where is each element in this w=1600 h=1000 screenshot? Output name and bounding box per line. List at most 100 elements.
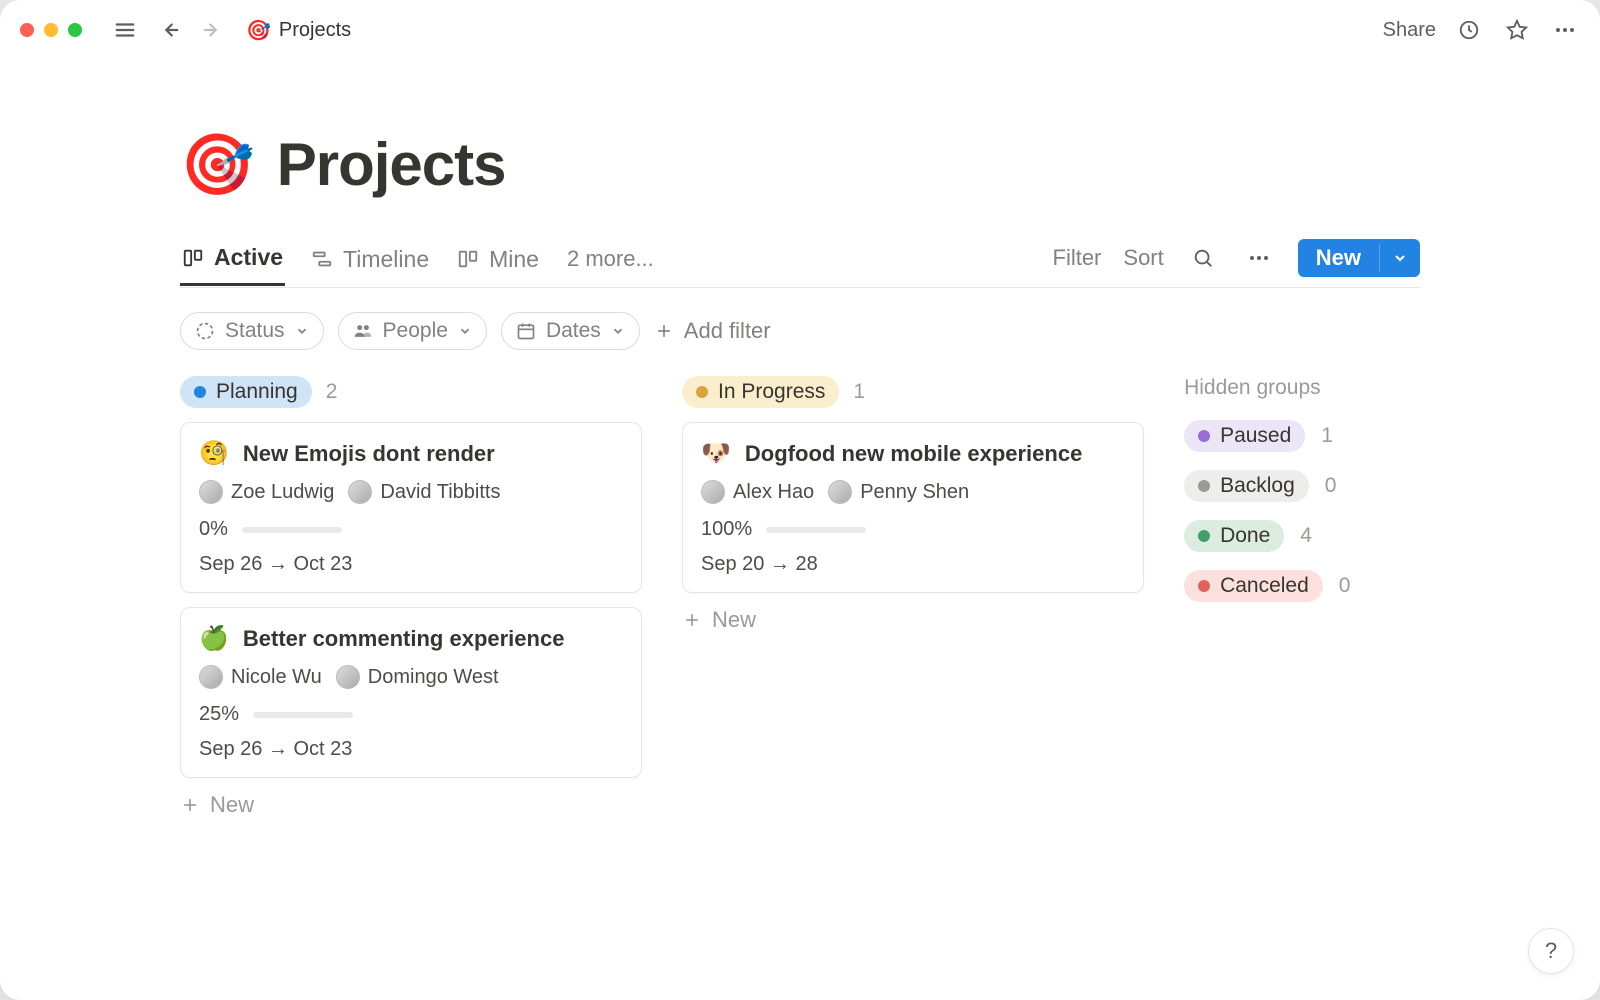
breadcrumb-emoji: 🎯: [246, 18, 271, 43]
page-header: 🎯 Projects: [180, 130, 1420, 199]
avatar: [336, 665, 360, 689]
avatar: [348, 480, 372, 504]
hidden-group-paused[interactable]: Paused 1: [1184, 420, 1420, 452]
sort-button[interactable]: Sort: [1123, 245, 1163, 271]
filter-chip-status[interactable]: Status: [180, 312, 324, 350]
more-icon[interactable]: [1550, 15, 1580, 45]
hidden-group-done[interactable]: Done 4: [1184, 520, 1420, 552]
share-button[interactable]: Share: [1383, 19, 1436, 42]
filter-button[interactable]: Filter: [1053, 245, 1102, 271]
hidden-groups: Hidden groups Paused 1 Backlog 0 Done 4 …: [1184, 376, 1420, 620]
people-icon: [353, 321, 373, 341]
avatar: [199, 665, 223, 689]
card-title: Dogfood new mobile experience: [745, 441, 1082, 467]
status-dot: [1198, 580, 1210, 592]
new-button[interactable]: New: [1298, 239, 1420, 277]
view-tab-mine[interactable]: Mine: [455, 242, 541, 285]
add-filter-button[interactable]: Add filter: [654, 318, 771, 344]
card-people: Alex Hao Penny Shen: [701, 480, 1125, 504]
board-icon: [457, 248, 479, 270]
column-header[interactable]: In Progress 1: [682, 376, 1144, 408]
add-filter-label: Add filter: [684, 318, 771, 344]
window-minimize-button[interactable]: [44, 23, 58, 37]
breadcrumb[interactable]: 🎯 Projects: [240, 14, 357, 47]
board-card[interactable]: 🐶 Dogfood new mobile experience Alex Hao…: [682, 422, 1144, 593]
progress-bar: [253, 712, 353, 718]
chip-label: People: [383, 319, 448, 343]
hidden-group-count: 0: [1339, 574, 1351, 598]
person-name: Penny Shen: [860, 481, 969, 504]
person-name: Domingo West: [368, 666, 499, 689]
timeline-icon: [311, 248, 333, 270]
updates-icon[interactable]: [1454, 15, 1484, 45]
search-icon[interactable]: [1186, 241, 1220, 275]
plus-icon: [682, 610, 702, 630]
avatar: [199, 480, 223, 504]
nav-forward-button[interactable]: [196, 13, 230, 47]
chevron-down-icon: [611, 324, 625, 338]
menu-icon[interactable]: [108, 13, 142, 47]
new-button-label: New: [1298, 239, 1379, 277]
person-name: Alex Hao: [733, 481, 814, 504]
new-button-dropdown[interactable]: [1379, 244, 1420, 272]
chip-label: Status: [225, 319, 285, 343]
progress-label: 25%: [199, 703, 239, 726]
status-pill-done: Done: [1184, 520, 1284, 552]
new-label: New: [210, 792, 254, 818]
nav-back-button[interactable]: [152, 13, 186, 47]
person-name: Zoe Ludwig: [231, 481, 334, 504]
chip-label: Dates: [546, 319, 601, 343]
view-tab-more[interactable]: 2 more...: [565, 242, 656, 284]
view-tab-timeline[interactable]: Timeline: [309, 242, 431, 285]
card-person: Nicole Wu: [199, 665, 322, 689]
page-emoji[interactable]: 🎯: [180, 135, 255, 195]
filter-chip-people[interactable]: People: [338, 312, 487, 350]
progress-label: 100%: [701, 518, 752, 541]
card-person: Penny Shen: [828, 480, 969, 504]
column-new-button[interactable]: New: [682, 607, 1144, 633]
card-emoji: 🧐: [199, 439, 229, 468]
card-person: Alex Hao: [701, 480, 814, 504]
hidden-group-canceled[interactable]: Canceled 0: [1184, 570, 1420, 602]
page-title[interactable]: Projects: [277, 130, 506, 199]
progress-bar: [766, 527, 866, 533]
view-tab-active[interactable]: Active: [180, 240, 285, 286]
status-label: In Progress: [718, 380, 825, 404]
view-actions: Filter Sort New: [1053, 239, 1421, 287]
help-button[interactable]: ?: [1528, 928, 1574, 974]
board-card[interactable]: 🍏 Better commenting experience Nicole Wu…: [180, 607, 642, 778]
window-close-button[interactable]: [20, 23, 34, 37]
board: Planning 2 🧐 New Emojis dont render Zoe …: [180, 376, 1420, 818]
view-options-icon[interactable]: [1242, 241, 1276, 275]
card-dates: Sep 20 → 28: [701, 553, 1125, 576]
card-people: Nicole Wu Domingo West: [199, 665, 623, 689]
views-row: Active Timeline Mine 2 more...: [180, 239, 1420, 288]
filter-row: Status People Dates Add filter: [180, 312, 1420, 350]
column-header[interactable]: Planning 2: [180, 376, 642, 408]
status-dot: [1198, 430, 1210, 442]
app-window: 🎯 Projects Share 🎯 Projects: [0, 0, 1600, 1000]
topbar-right: Share: [1383, 15, 1580, 45]
status-dot: [194, 386, 206, 398]
card-dates: Sep 26 → Oct 23: [199, 553, 623, 576]
status-pill-paused: Paused: [1184, 420, 1305, 452]
status-dot: [1198, 530, 1210, 542]
card-people: Zoe Ludwig David Tibbitts: [199, 480, 623, 504]
card-title: New Emojis dont render: [243, 441, 495, 467]
hidden-groups-heading: Hidden groups: [1184, 376, 1420, 400]
column-new-button[interactable]: New: [180, 792, 642, 818]
card-emoji: 🐶: [701, 439, 731, 468]
hidden-group-backlog[interactable]: Backlog 0: [1184, 470, 1420, 502]
status-dot: [696, 386, 708, 398]
window-controls: [20, 23, 82, 37]
chevron-down-icon: [295, 324, 309, 338]
filter-chip-dates[interactable]: Dates: [501, 312, 640, 350]
board-icon: [182, 247, 204, 269]
favorite-icon[interactable]: [1502, 15, 1532, 45]
window-maximize-button[interactable]: [68, 23, 82, 37]
card-emoji: 🍏: [199, 624, 229, 653]
board-card[interactable]: 🧐 New Emojis dont render Zoe Ludwig Davi…: [180, 422, 642, 593]
hidden-group-count: 1: [1321, 424, 1333, 448]
plus-icon: [654, 321, 674, 341]
status-dot: [1198, 480, 1210, 492]
